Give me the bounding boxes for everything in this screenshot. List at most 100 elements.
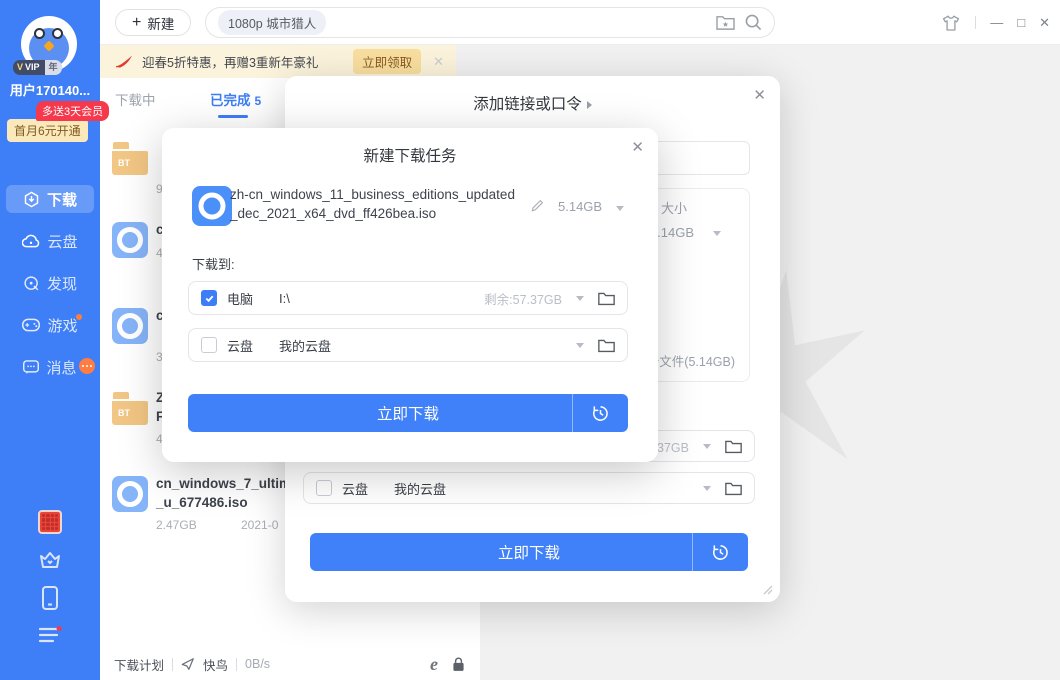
- download-now-button[interactable]: 立即下载: [188, 394, 628, 432]
- expand-caret-icon: [587, 101, 592, 109]
- menu-button[interactable]: [0, 626, 100, 644]
- bt-folder-icon: BT: [112, 140, 148, 176]
- discover-icon: [23, 275, 40, 292]
- skin-shirt-icon[interactable]: [941, 13, 961, 33]
- red-packet-button[interactable]: [0, 510, 100, 534]
- plus-icon: +: [132, 15, 141, 31]
- promo-text: 迎春5折特惠，再赠3重新年豪礼: [142, 52, 318, 71]
- gamepad-icon: [22, 318, 40, 332]
- mobile-button[interactable]: [0, 586, 100, 610]
- download-plan[interactable]: 下载计划: [114, 655, 164, 674]
- phone-icon: [41, 586, 59, 610]
- ie-browser-icon[interactable]: e: [430, 655, 438, 673]
- bonus-badge[interactable]: 多送3天会员: [36, 101, 109, 121]
- schedule-download-button[interactable]: [572, 394, 628, 432]
- close-button[interactable]: ✕: [1039, 15, 1050, 31]
- cloud-checkbox[interactable]: [316, 480, 332, 496]
- browse-folder-icon[interactable]: [598, 291, 615, 306]
- search-keyword-tag[interactable]: 1080p 城市猎人: [218, 10, 326, 35]
- maximize-button[interactable]: □: [1017, 15, 1025, 30]
- browse-folder-icon[interactable]: [598, 338, 615, 353]
- tab-downloading[interactable]: 下载中: [115, 89, 156, 109]
- file-name-line1: zh-cn_windows_11_business_editions_updat…: [230, 187, 515, 202]
- speed-mode[interactable]: 快鸟: [203, 655, 228, 674]
- active-tab-underline: [218, 115, 248, 118]
- iso-disc-icon: [112, 308, 148, 344]
- schedule-download-button[interactable]: [692, 533, 748, 571]
- sidebar-item-messages[interactable]: 消息: [6, 353, 94, 381]
- cloud-destination-row[interactable]: 云盘 我的云盘: [303, 472, 755, 504]
- cloud-checkbox[interactable]: [201, 337, 217, 353]
- resize-handle[interactable]: [763, 585, 773, 595]
- sidebar: VVIP 年 用户170140... 多送3天会员 首月6元开通 下载 云盘 发…: [0, 0, 100, 680]
- edit-pencil-icon[interactable]: [530, 198, 545, 213]
- vip-v: V: [17, 62, 23, 72]
- chevron-down-icon[interactable]: [576, 343, 584, 348]
- pc-checkbox[interactable]: [201, 290, 217, 306]
- search-input[interactable]: 1080p 城市猎人: [205, 7, 775, 38]
- chevron-down-icon[interactable]: [576, 296, 584, 301]
- new-task-label: 新建: [147, 13, 174, 33]
- messages-badge: [79, 358, 95, 374]
- file-name-line2: _dec_2021_x64_dvd_ff426bea.iso: [230, 206, 436, 221]
- banner-close-icon[interactable]: ✕: [429, 54, 448, 70]
- divider: [172, 658, 173, 671]
- task-size: 2.47GB: [156, 518, 197, 532]
- free-space: 剩余:57.37GB: [484, 289, 562, 308]
- chevron-down-icon[interactable]: [703, 486, 711, 491]
- pc-label: 电脑: [227, 289, 253, 308]
- new-task-button[interactable]: + 新建: [115, 9, 191, 36]
- download-now-button[interactable]: 立即下载: [310, 533, 748, 571]
- browse-folder-icon[interactable]: [725, 439, 742, 454]
- pc-destination-row[interactable]: 电脑 I:\ 剩余:57.37GB: [188, 281, 628, 315]
- speed-bird-icon: [181, 657, 195, 671]
- red-grid-icon: [38, 510, 62, 534]
- sidebar-item-discover[interactable]: 发现: [6, 269, 94, 297]
- vip-label: VIP: [25, 62, 40, 72]
- username[interactable]: 用户170140...: [0, 80, 100, 99]
- lock-icon[interactable]: [451, 656, 466, 672]
- sidebar-item-label: 下载: [47, 189, 77, 210]
- schedule-clock-icon: [591, 404, 610, 423]
- vip-badge[interactable]: VVIP 年: [13, 60, 62, 75]
- cloud-label: 云盘: [227, 336, 253, 355]
- chevron-down-icon[interactable]: [703, 444, 711, 449]
- promo-rocket-icon: [114, 54, 134, 70]
- chevron-down-icon[interactable]: [713, 231, 721, 236]
- vip-crown-button[interactable]: [0, 548, 100, 570]
- sidebar-item-games[interactable]: 游戏: [6, 311, 94, 339]
- minimize-button[interactable]: —: [990, 15, 1003, 30]
- avatar-eye-right: [52, 28, 63, 39]
- toolbar: + 新建 1080p 城市猎人 — □ ✕: [100, 0, 1060, 45]
- schedule-clock-icon: [711, 543, 730, 562]
- sidebar-item-download[interactable]: 下载: [6, 185, 94, 213]
- iso-disc-icon: [192, 186, 232, 226]
- cloud-path: 我的云盘: [279, 336, 331, 355]
- add-dialog-title[interactable]: 添加链接或口令: [285, 92, 780, 114]
- chevron-down-icon[interactable]: [616, 206, 624, 211]
- divider: [236, 658, 237, 671]
- search-icon[interactable]: [745, 14, 762, 31]
- sidebar-item-label: 消息: [46, 357, 76, 378]
- task-date: 2021-0: [241, 518, 278, 532]
- collection-folder-icon[interactable]: [716, 14, 735, 31]
- claim-button[interactable]: 立即领取: [353, 49, 421, 74]
- cloud-destination-row[interactable]: 云盘 我的云盘: [188, 328, 628, 362]
- new-task-modal: ✕ 新建下载任务 zh-cn_windows_11_business_editi…: [162, 128, 658, 462]
- cloud-icon: [22, 234, 40, 248]
- download-to-label: 下载到:: [192, 254, 235, 273]
- cloud-label: 云盘: [342, 479, 368, 498]
- sidebar-item-cloud[interactable]: 云盘: [6, 227, 94, 255]
- pc-path: I:\: [279, 291, 290, 306]
- window-controls: — □ ✕: [941, 0, 1050, 45]
- crown-icon: [38, 548, 62, 570]
- iso-disc-icon: [112, 222, 148, 258]
- modal-file-size: 5.14GB: [558, 199, 602, 214]
- iso-disc-icon: [112, 476, 148, 512]
- promo-badge[interactable]: 首月6元开通: [7, 119, 88, 142]
- files-summary: 个文件(5.14GB): [647, 351, 735, 370]
- browse-folder-icon[interactable]: [725, 481, 742, 496]
- hamburger-menu-icon: [38, 626, 62, 644]
- tab-completed[interactable]: 已完成5: [210, 89, 261, 109]
- banner-gray-cap: [456, 45, 480, 78]
